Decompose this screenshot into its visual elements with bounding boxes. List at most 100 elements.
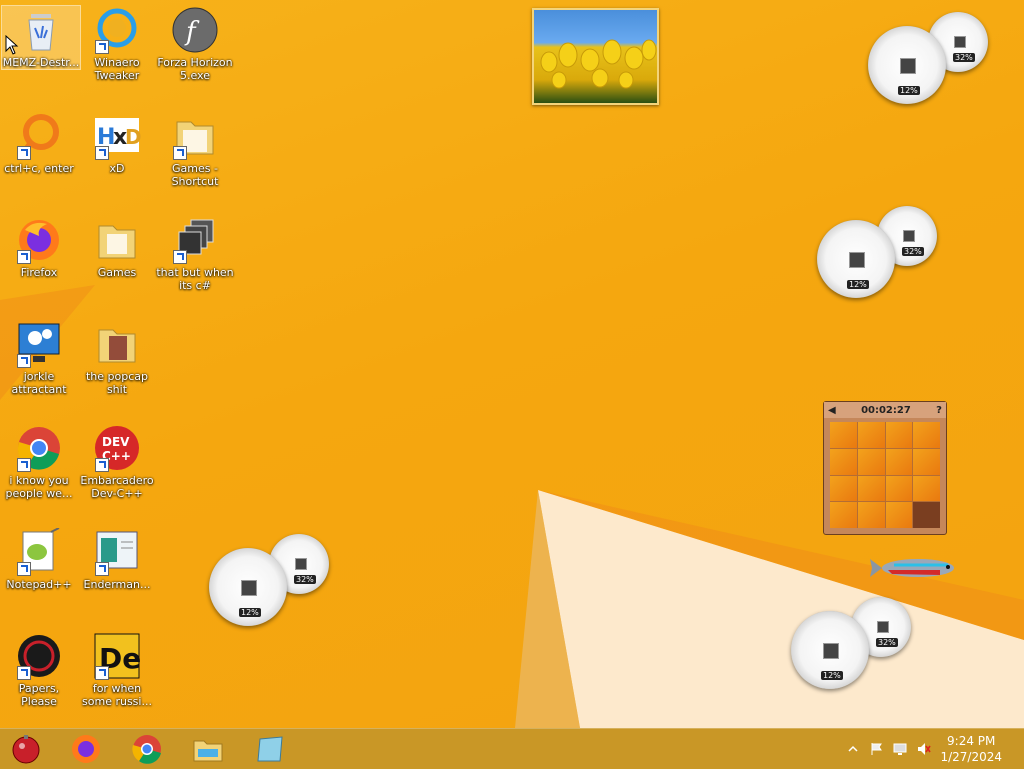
desktop-icon-label: i know you people we... (5, 474, 73, 500)
puzzle-empty-slot (913, 502, 940, 528)
tulips-photo (540, 39, 657, 89)
svg-text:DEV: DEV (102, 435, 130, 449)
svg-text:D: D (125, 125, 141, 149)
cpu-percent: 12% (239, 608, 261, 617)
desktop-icon-label: that but when its c# (156, 266, 234, 292)
cpu-meter-gadget[interactable]: 12% 32% (791, 597, 917, 689)
ram-percent: 32% (876, 638, 898, 647)
desktop-icon-label: Games - Shortcut (171, 162, 219, 188)
firefox-icon (15, 216, 63, 264)
winaero-tweaker-icon (93, 6, 141, 54)
firefox-icon (72, 735, 100, 763)
chip-icon (823, 643, 839, 659)
memory-icon (295, 558, 307, 570)
picture-puzzle-gadget[interactable]: ◀ 00:02:27 ? (823, 401, 947, 535)
desktop-icon-csharp[interactable]: that but when its c# (156, 216, 234, 292)
desktop-icon-popcap[interactable]: the popcap shit (78, 320, 156, 396)
puzzle-tile[interactable] (913, 475, 940, 502)
desktop-icon-papers-please[interactable]: Papers, Please (0, 632, 78, 708)
recycle-bin-icon (17, 6, 65, 54)
puzzle-tile[interactable] (913, 448, 940, 475)
slideshow-gadget[interactable] (532, 8, 659, 105)
action-center-flag-icon[interactable] (870, 741, 884, 755)
desktop-icon-devcpp[interactable]: DEV C++ Embarcadero Dev-C++ (78, 424, 156, 500)
stacked-windows-icon (171, 216, 219, 264)
puzzle-tile[interactable] (885, 502, 913, 528)
settings-monitor-icon (15, 320, 63, 368)
puzzle-tile[interactable] (857, 475, 885, 502)
desktop-icon-winaero[interactable]: Winaero Tweaker (78, 6, 156, 82)
taskbar-firefox[interactable] (60, 731, 112, 767)
volume-muted-icon[interactable] (917, 741, 931, 755)
desktop-icon-label: ctrl+c, enter (4, 162, 74, 175)
puzzle-grid (830, 422, 940, 528)
chip-icon (849, 252, 865, 268)
desktop-icon-xd[interactable]: HxD xD (78, 112, 156, 175)
desktop-icon-notepadpp[interactable]: Notepad++ (0, 527, 78, 591)
puzzle-tile[interactable] (830, 475, 857, 502)
desktop-icon-jorkle[interactable]: jorkle attractant (0, 320, 78, 396)
devcpp-icon: DEV C++ (93, 424, 141, 472)
mouse-cursor-icon (5, 35, 19, 55)
desktop-icon-firefox[interactable]: Firefox (0, 216, 78, 279)
desktop-icon-label: Firefox (20, 266, 58, 279)
puzzle-tile[interactable] (913, 422, 940, 448)
puzzle-tile[interactable] (885, 475, 913, 502)
taskbar: 9:24 PM 1/27/2024 (0, 728, 1024, 769)
show-hidden-icons-icon[interactable] (846, 741, 860, 755)
cpu-meter-gadget[interactable]: 12% 32% (209, 534, 335, 626)
taskbar-chrome[interactable] (121, 731, 173, 767)
puzzle-tile[interactable] (857, 448, 885, 475)
desktop-icon-label: Games (97, 266, 137, 279)
desktop-icon-games[interactable]: Games (78, 216, 156, 279)
magnifier-ring-icon (15, 112, 63, 160)
network-icon[interactable] (893, 741, 907, 755)
desktop-icon-chrome[interactable]: i know you people we... (0, 424, 78, 500)
desktop-icon-label: Enderman... (83, 578, 151, 591)
memory-icon (954, 36, 966, 48)
desktop-icon-ctrlc[interactable]: ctrl+c, enter (0, 112, 78, 175)
desktop-icon-label: the popcap shit (85, 370, 148, 396)
desktop-icon-label: Winaero Tweaker (94, 56, 140, 82)
puzzle-toolbar: ◀ 00:02:27 ? (824, 402, 946, 418)
puzzle-tile[interactable] (830, 448, 857, 475)
start-orb-icon (12, 735, 40, 764)
help-icon[interactable]: ? (936, 405, 942, 416)
papers-please-icon (15, 632, 63, 680)
desktop-icon-label: for when some russi... (82, 682, 152, 708)
start-button[interactable] (0, 731, 52, 767)
clock-date: 1/27/2024 (940, 750, 1002, 764)
puzzle-tile[interactable] (830, 422, 857, 448)
puzzle-tile[interactable] (857, 422, 885, 448)
desktop-icon-enderman[interactable]: Enderman... (78, 528, 156, 591)
puzzle-tile[interactable] (885, 422, 913, 448)
cpu-meter-gadget[interactable]: 12% 32% (817, 206, 943, 298)
desktop-icon-games-shortcut[interactable]: Games - Shortcut (156, 112, 234, 188)
desktop-icon-de[interactable]: De for when some russi... (78, 632, 156, 708)
chrome-icon (15, 424, 63, 472)
notepadpp-icon (15, 527, 63, 576)
taskbar-clock[interactable]: 9:24 PM 1/27/2024 (940, 733, 1002, 765)
folder-icon (93, 216, 141, 264)
chip-icon (900, 58, 916, 74)
cpu-meter-gadget[interactable]: 12% 32% (868, 12, 994, 104)
desktop-icon-label: Embarcadero Dev-C++ (80, 474, 154, 500)
puzzle-tile[interactable] (830, 502, 857, 528)
cpu-percent: 12% (821, 671, 843, 680)
folder-icon (93, 320, 141, 368)
taskbar-notebook[interactable] (244, 731, 296, 767)
chrome-icon (132, 735, 161, 764)
desktop-icon-label: Papers, Please (18, 682, 60, 708)
chip-icon (241, 580, 257, 596)
back-icon[interactable]: ◀ (828, 405, 836, 416)
de-app-icon: De (93, 632, 141, 680)
puzzle-timer: 00:02:27 (861, 404, 911, 416)
flash-app-icon: f (171, 6, 219, 54)
fish-gadget[interactable] (868, 553, 960, 583)
desktop-icon-label: Notepad++ (6, 578, 72, 591)
puzzle-tile[interactable] (885, 448, 913, 475)
taskbar-file-explorer[interactable] (182, 731, 234, 767)
desktop-icon-forza[interactable]: f Forza Horizon 5.exe (156, 6, 234, 82)
puzzle-tile[interactable] (857, 502, 885, 528)
memory-icon (903, 230, 915, 242)
